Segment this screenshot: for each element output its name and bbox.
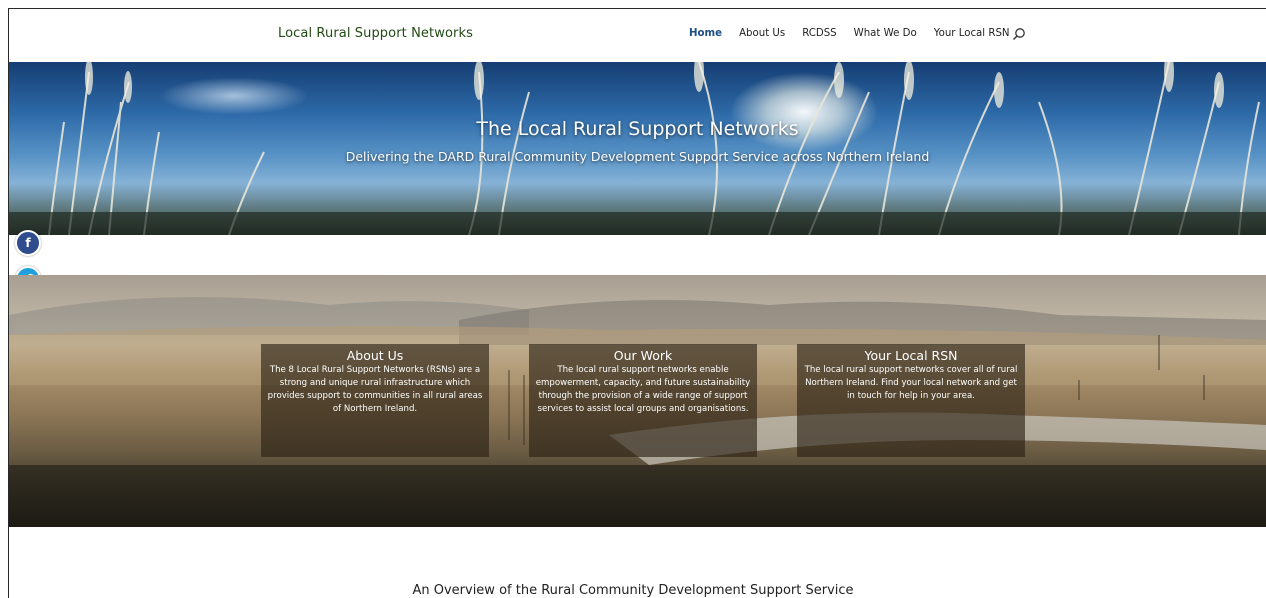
card-title: About Us <box>346 348 404 363</box>
nav-about-us[interactable]: About Us <box>739 28 785 39</box>
card-text: The 8 Local Rural Support Networks (RSNs… <box>267 365 483 414</box>
card-about-us[interactable]: About Us The 8 Local Rural Support Netwo… <box>261 344 489 457</box>
nav-home[interactable]: Home <box>689 28 722 39</box>
card-your-local-rsn[interactable]: Your Local RSN The local rural support n… <box>797 344 1025 457</box>
card-text: The local rural support networks enable … <box>535 365 751 414</box>
hero-banner: The Local Rural Support Networks Deliver… <box>9 62 1266 235</box>
nav-what-we-do[interactable]: What We Do <box>854 28 917 39</box>
card-text: The local rural support networks cover a… <box>804 365 1018 401</box>
card-title: Your Local RSN <box>864 348 958 363</box>
site-logo[interactable]: Local Rural Support Networks <box>278 26 473 41</box>
hero-title: The Local Rural Support Networks <box>476 118 799 140</box>
overview-heading: An Overview of the Rural Community Devel… <box>412 583 854 598</box>
search-icon[interactable] <box>1012 27 1026 41</box>
site-header <box>9 9 1266 62</box>
main-nav: Home About Us RCDSS What We Do Your Loca… <box>689 28 1027 39</box>
nav-rcdss[interactable]: RCDSS <box>802 28 836 39</box>
card-title: Our Work <box>613 348 673 363</box>
card-our-work[interactable]: Our Work The local rural support network… <box>529 344 757 457</box>
facebook-icon[interactable]: f <box>15 230 41 256</box>
nav-your-local-rsn[interactable]: Your Local RSN <box>934 28 1010 39</box>
hero-subtitle: Delivering the DARD Rural Community Deve… <box>345 149 930 164</box>
